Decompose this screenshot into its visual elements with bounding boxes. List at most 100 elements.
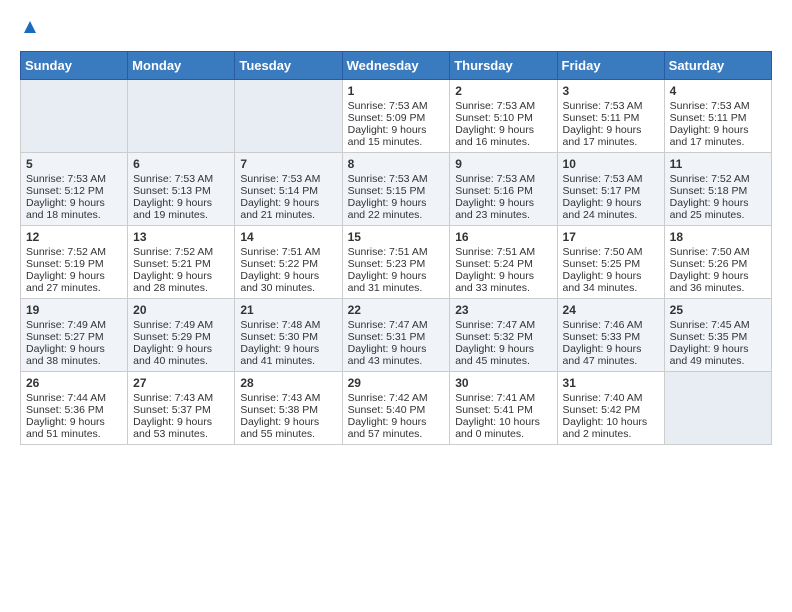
calendar-cell: 24Sunrise: 7:46 AMSunset: 5:33 PMDayligh… [557,299,664,372]
cell-text: and 21 minutes. [240,209,336,221]
cell-text: Sunset: 5:24 PM [455,258,551,270]
cell-text: Sunrise: 7:48 AM [240,319,336,331]
cell-text: Sunrise: 7:47 AM [455,319,551,331]
calendar-week-row: 1Sunrise: 7:53 AMSunset: 5:09 PMDaylight… [21,80,772,153]
cell-text: and 41 minutes. [240,355,336,367]
cell-text: Sunset: 5:18 PM [670,185,766,197]
cell-text: Daylight: 9 hours [26,416,122,428]
cell-text: Sunrise: 7:53 AM [563,173,659,185]
cell-text: Sunset: 5:15 PM [348,185,445,197]
cell-text: Sunrise: 7:49 AM [133,319,229,331]
cell-text: Sunrise: 7:41 AM [455,392,551,404]
cell-text: Daylight: 9 hours [26,270,122,282]
cell-text: Sunrise: 7:51 AM [455,246,551,258]
cell-text: and 28 minutes. [133,282,229,294]
calendar-cell: 27Sunrise: 7:43 AMSunset: 5:37 PMDayligh… [128,372,235,445]
cell-text: Sunset: 5:26 PM [670,258,766,270]
calendar-cell: 30Sunrise: 7:41 AMSunset: 5:41 PMDayligh… [450,372,557,445]
calendar-cell: 1Sunrise: 7:53 AMSunset: 5:09 PMDaylight… [342,80,450,153]
day-number: 27 [133,376,229,390]
cell-text: Sunset: 5:27 PM [26,331,122,343]
cell-text: Sunrise: 7:53 AM [563,100,659,112]
cell-text: and 40 minutes. [133,355,229,367]
cell-text: Sunrise: 7:46 AM [563,319,659,331]
calendar-cell: 9Sunrise: 7:53 AMSunset: 5:16 PMDaylight… [450,153,557,226]
cell-text: Sunset: 5:19 PM [26,258,122,270]
day-number: 17 [563,230,659,244]
day-number: 19 [26,303,122,317]
cell-text: Daylight: 9 hours [455,270,551,282]
day-number: 28 [240,376,336,390]
cell-text: Daylight: 9 hours [348,416,445,428]
calendar-cell: 25Sunrise: 7:45 AMSunset: 5:35 PMDayligh… [664,299,771,372]
cell-text: Sunrise: 7:53 AM [348,173,445,185]
cell-text: Sunrise: 7:53 AM [240,173,336,185]
day-number: 16 [455,230,551,244]
calendar-week-row: 19Sunrise: 7:49 AMSunset: 5:27 PMDayligh… [21,299,772,372]
cell-text: Sunrise: 7:51 AM [348,246,445,258]
cell-text: Sunrise: 7:52 AM [133,246,229,258]
cell-text: and 15 minutes. [348,136,445,148]
cell-text: Sunrise: 7:53 AM [133,173,229,185]
day-number: 26 [26,376,122,390]
calendar-cell: 6Sunrise: 7:53 AMSunset: 5:13 PMDaylight… [128,153,235,226]
page-header [20,20,772,41]
cell-text: Sunrise: 7:45 AM [670,319,766,331]
day-number: 29 [348,376,445,390]
calendar-cell: 29Sunrise: 7:42 AMSunset: 5:40 PMDayligh… [342,372,450,445]
cell-text: Daylight: 9 hours [455,197,551,209]
cell-text: and 55 minutes. [240,428,336,440]
cell-text: Sunset: 5:11 PM [563,112,659,124]
cell-text: Daylight: 9 hours [348,197,445,209]
calendar-cell: 22Sunrise: 7:47 AMSunset: 5:31 PMDayligh… [342,299,450,372]
day-number: 30 [455,376,551,390]
day-number: 18 [670,230,766,244]
calendar-cell: 31Sunrise: 7:40 AMSunset: 5:42 PMDayligh… [557,372,664,445]
day-number: 24 [563,303,659,317]
cell-text: Sunrise: 7:52 AM [670,173,766,185]
cell-text: Sunrise: 7:53 AM [455,100,551,112]
cell-text: Daylight: 9 hours [348,270,445,282]
day-number: 21 [240,303,336,317]
calendar-cell: 19Sunrise: 7:49 AMSunset: 5:27 PMDayligh… [21,299,128,372]
cell-text: Sunset: 5:30 PM [240,331,336,343]
weekday-header-wednesday: Wednesday [342,52,450,80]
calendar-cell: 17Sunrise: 7:50 AMSunset: 5:25 PMDayligh… [557,226,664,299]
cell-text: and 16 minutes. [455,136,551,148]
cell-text: Daylight: 9 hours [26,343,122,355]
weekday-header-saturday: Saturday [664,52,771,80]
cell-text: Sunset: 5:14 PM [240,185,336,197]
cell-text: Daylight: 10 hours [563,416,659,428]
day-number: 4 [670,84,766,98]
cell-text: Sunset: 5:22 PM [240,258,336,270]
cell-text: Sunrise: 7:50 AM [670,246,766,258]
cell-text: Daylight: 9 hours [240,416,336,428]
calendar-week-row: 12Sunrise: 7:52 AMSunset: 5:19 PMDayligh… [21,226,772,299]
cell-text: Sunrise: 7:53 AM [455,173,551,185]
cell-text: and 17 minutes. [670,136,766,148]
cell-text: Daylight: 9 hours [670,270,766,282]
weekday-header-monday: Monday [128,52,235,80]
weekday-header-tuesday: Tuesday [235,52,342,80]
cell-text: and 25 minutes. [670,209,766,221]
cell-text: Daylight: 10 hours [455,416,551,428]
cell-text: Sunset: 5:36 PM [26,404,122,416]
cell-text: Daylight: 9 hours [455,343,551,355]
cell-text: Daylight: 9 hours [563,270,659,282]
day-number: 31 [563,376,659,390]
cell-text: Sunset: 5:25 PM [563,258,659,270]
cell-text: and 2 minutes. [563,428,659,440]
cell-text: Sunset: 5:42 PM [563,404,659,416]
cell-text: and 17 minutes. [563,136,659,148]
calendar-cell: 4Sunrise: 7:53 AMSunset: 5:11 PMDaylight… [664,80,771,153]
cell-text: Daylight: 9 hours [563,124,659,136]
cell-text: and 49 minutes. [670,355,766,367]
cell-text: Daylight: 9 hours [133,270,229,282]
cell-text: Daylight: 9 hours [563,197,659,209]
day-number: 3 [563,84,659,98]
calendar-cell: 14Sunrise: 7:51 AMSunset: 5:22 PMDayligh… [235,226,342,299]
day-number: 23 [455,303,551,317]
cell-text: Sunset: 5:40 PM [348,404,445,416]
cell-text: Daylight: 9 hours [133,197,229,209]
weekday-header-row: SundayMondayTuesdayWednesdayThursdayFrid… [21,52,772,80]
